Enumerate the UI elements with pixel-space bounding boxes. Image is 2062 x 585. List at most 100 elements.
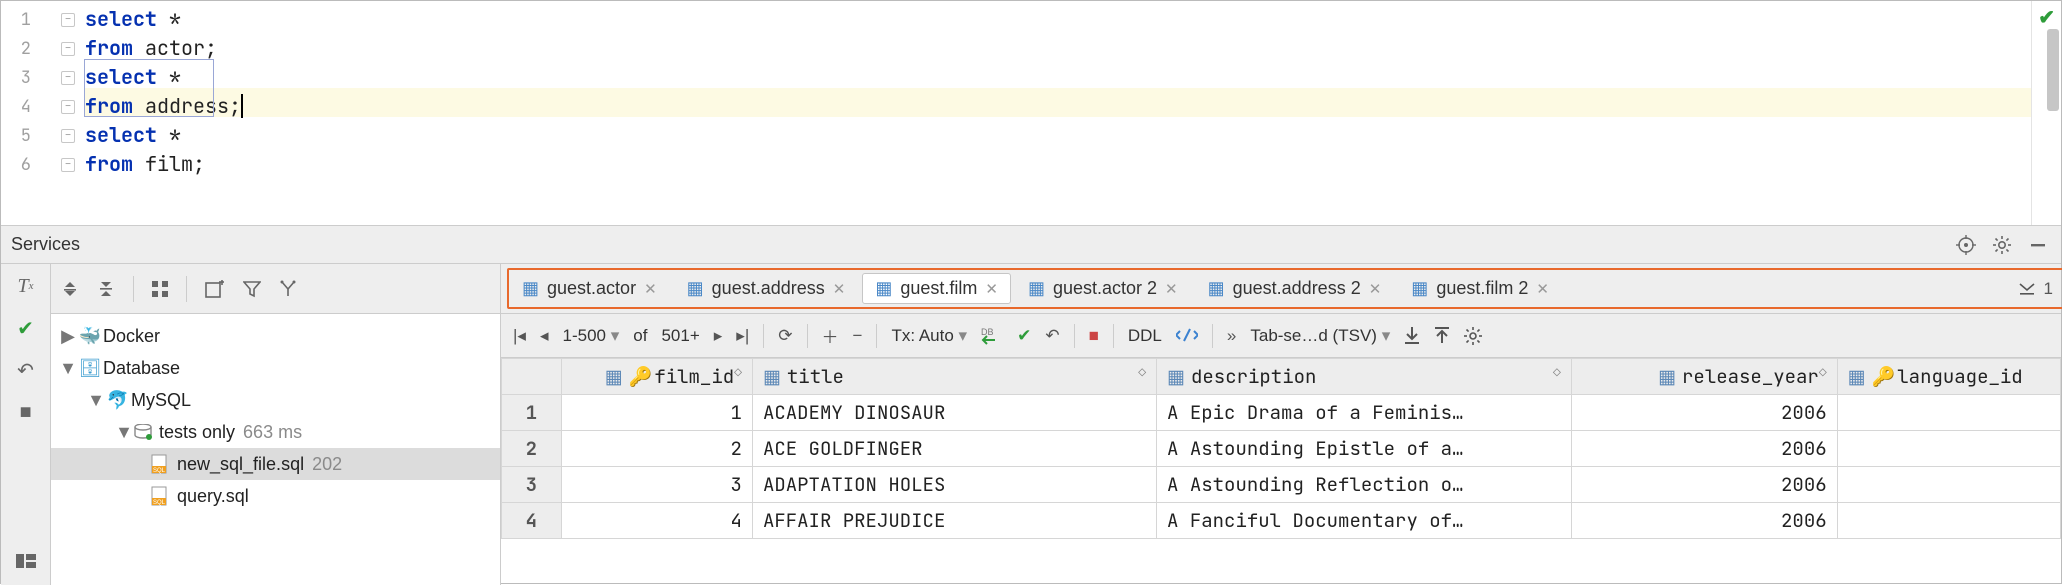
open-new-tab-icon[interactable] [205,280,225,298]
col-title[interactable]: ▦title◇ [752,359,1156,395]
sql-editor[interactable]: 1− 2− 3− 4− 5− 6− select * from actor; s… [1,1,2061,226]
tab-guest-address[interactable]: ▦ guest.address ✕ [674,273,859,304]
revert-icon[interactable]: ↶ [1045,326,1059,346]
cancel-query-icon[interactable]: ■ [1089,326,1099,346]
last-page-icon[interactable]: ▸| [736,326,749,346]
fold-icon[interactable]: − [61,42,75,56]
layout-icon[interactable] [12,549,40,573]
editor-gutter: 1− 2− 3− 4− 5− 6− [1,1,85,225]
branch-icon[interactable] [279,280,297,298]
fold-icon[interactable]: − [61,100,75,114]
col-film-id[interactable]: ▦🔑film_id◇ [561,359,752,395]
cell[interactable]: A Astounding Epistle of a… [1157,431,1572,467]
tree-node-docker[interactable]: ▶🐳 Docker [51,320,500,352]
table-row[interactable]: 3 3 ADAPTATION HOLES A Astounding Reflec… [502,467,2061,503]
reload-icon[interactable]: ⟳ [778,326,792,346]
tree-node-database[interactable]: ▼🗄 Database [51,352,500,384]
tab-guest-film-2[interactable]: ▦ guest.film 2 ✕ [1398,273,1562,304]
db-submit-icon[interactable]: DB [981,326,1003,346]
tree-node-file-query[interactable]: SQL query.sql [51,480,500,512]
tab-guest-film[interactable]: ▦ guest.film ✕ [862,273,1011,304]
ddl-button[interactable]: DDL [1128,326,1162,346]
cell[interactable]: 2006 [1571,395,1837,431]
upload-icon[interactable] [1434,327,1450,345]
close-icon[interactable]: ✕ [1536,280,1549,298]
cell[interactable] [1837,395,2060,431]
tree-label: MySQL [131,390,191,411]
cell[interactable]: AFFAIR PREJUDICE [752,503,1156,539]
fold-icon[interactable]: − [61,158,75,172]
table-row[interactable]: 2 2 ACE GOLDFINGER A Astounding Epistle … [502,431,2061,467]
next-page-icon[interactable]: ▸ [714,326,723,346]
cell[interactable]: A Astounding Reflection o… [1157,467,1572,503]
close-icon[interactable]: ✕ [1369,280,1382,298]
download-icon[interactable] [1404,327,1420,345]
tab-guest-actor-2[interactable]: ▦ guest.actor 2 ✕ [1015,273,1191,304]
rollback-undo-icon[interactable]: ↶ [12,358,40,382]
close-icon[interactable]: ✕ [644,280,657,298]
settings-gear-icon[interactable] [1464,327,1482,345]
col-description[interactable]: ▦description◇ [1157,359,1572,395]
filter-icon[interactable] [243,280,261,298]
cell[interactable]: 3 [561,467,752,503]
tree-node-tests[interactable]: ▼ tests only 663 ms [51,416,500,448]
fold-icon[interactable]: − [61,129,75,143]
minimize-icon[interactable] [2025,232,2051,258]
cell[interactable]: A Epic Drama of a Feminis… [1157,395,1572,431]
table-row[interactable]: 1 1 ACADEMY DINOSAUR A Epic Drama of a F… [502,395,2061,431]
commit-check-icon[interactable]: ✔ [12,316,40,340]
col-language-id[interactable]: ▦🔑language_id [1837,359,2060,395]
close-icon[interactable]: ✕ [985,280,998,298]
col-release-year[interactable]: ▦release_year◇ [1571,359,1837,395]
collapse-all-icon[interactable] [97,280,115,298]
cell[interactable]: 1 [561,395,752,431]
cell[interactable] [1837,467,2060,503]
inspection-ok-icon[interactable]: ✔ [2038,5,2055,30]
close-icon[interactable]: ✕ [1165,280,1178,298]
first-page-icon[interactable]: |◂ [513,326,526,346]
cell[interactable]: 2 [561,431,752,467]
cell[interactable]: 2006 [1571,431,1837,467]
compare-icon[interactable] [1176,327,1198,345]
result-grid[interactable]: ▦🔑film_id◇ ▦title◇ ▦description◇ ▦releas… [501,358,2061,585]
remove-row-icon[interactable]: − [853,326,863,346]
tree-node-mysql[interactable]: ▼🐬 MySQL [51,384,500,416]
table-row[interactable]: 4 4 AFFAIR PREJUDICE A Fanciful Document… [502,503,2061,539]
cell[interactable]: 2006 [1571,467,1837,503]
cell[interactable]: A Fanciful Documentary of… [1157,503,1572,539]
tab-guest-actor[interactable]: ▦ guest.actor ✕ [509,273,670,304]
svg-text:SQL: SQL [153,468,166,474]
tab-guest-address-2[interactable]: ▦ guest.address 2 ✕ [1195,273,1395,304]
cell[interactable] [1837,503,2060,539]
scrollbar-thumb[interactable] [2047,29,2059,111]
more-icon[interactable]: » [1227,326,1236,346]
cell[interactable]: 4 [561,503,752,539]
tx-icon[interactable]: Tx [12,274,40,298]
tree-meta: 663 ms [243,422,302,443]
fold-icon[interactable]: − [61,71,75,85]
services-tree[interactable]: ▶🐳 Docker ▼🗄 Database ▼🐬 MySQL ▼ tests o… [51,314,500,585]
cell[interactable]: 2006 [1571,503,1837,539]
cell[interactable] [1837,431,2060,467]
cell[interactable]: ACADEMY DINOSAUR [752,395,1156,431]
tx-mode[interactable]: Tx: Auto ▾ [891,326,967,346]
prev-page-icon[interactable]: ◂ [540,326,549,346]
code-area[interactable]: select * from actor; select * from addre… [85,1,2031,225]
tabs-list-icon[interactable] [2018,282,2036,296]
target-icon[interactable] [1953,232,1979,258]
rownum-header[interactable] [502,359,562,395]
export-format[interactable]: Tab-se…d (TSV) ▾ [1250,326,1390,346]
accept-icon[interactable]: ✔ [1017,326,1031,346]
grid-icon[interactable] [152,281,168,297]
gear-icon[interactable] [1989,232,2015,258]
close-icon[interactable]: ✕ [833,280,846,298]
expand-all-icon[interactable] [61,280,79,298]
page-range[interactable]: 1-500 ▾ [563,326,620,346]
cell[interactable]: ACE GOLDFINGER [752,431,1156,467]
add-row-icon[interactable]: ＋ [822,323,839,348]
cell[interactable]: ADAPTATION HOLES [752,467,1156,503]
tree-node-file-new-sql[interactable]: SQL new_sql_file.sql 202 [51,448,500,480]
stop-icon[interactable]: ■ [12,400,40,424]
fold-icon[interactable]: − [61,13,75,27]
tab-label: guest.film 2 [1436,278,1528,299]
